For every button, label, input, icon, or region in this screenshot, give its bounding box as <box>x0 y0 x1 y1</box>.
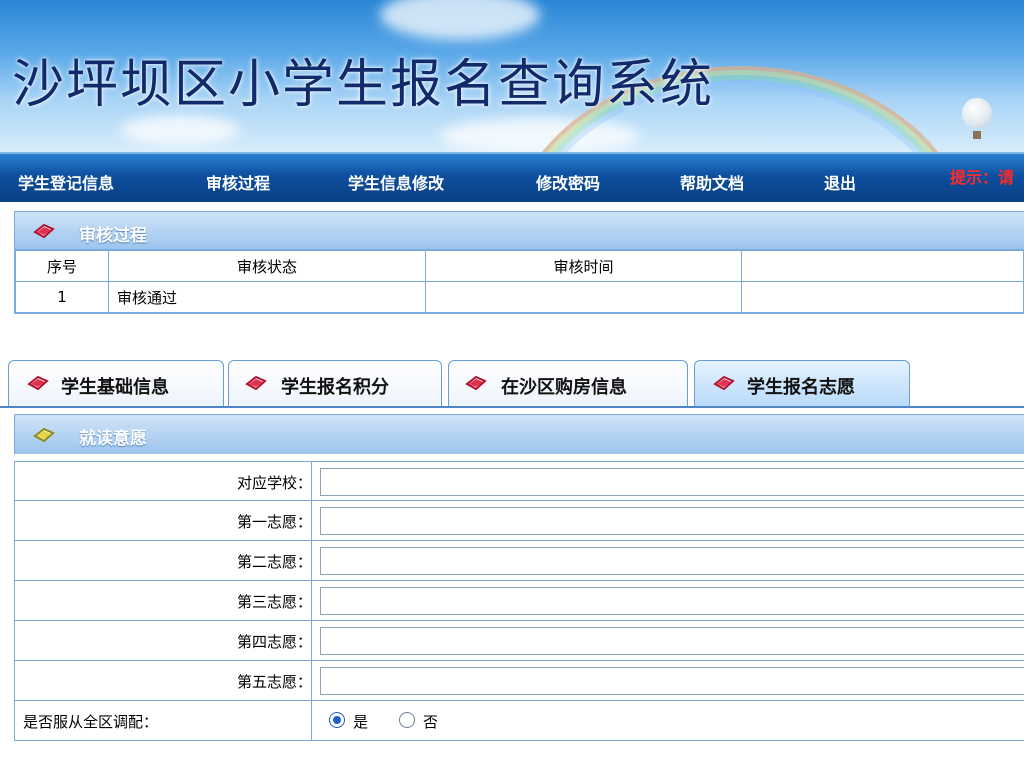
site-title: 沙坪坝区小学生报名查询系统 <box>12 55 715 115</box>
column-header-status: 审核状态 <box>108 250 426 282</box>
cell-time <box>425 281 742 313</box>
book-icon <box>33 427 55 443</box>
choice-1-field[interactable] <box>320 507 1024 535</box>
row-divider <box>311 581 312 621</box>
field-label: 第一志愿： <box>236 513 312 531</box>
form-row-choice-4: 第四志愿： <box>14 621 1024 661</box>
choice-3-field[interactable] <box>320 587 1024 615</box>
tab-label: 在沙区购房信息 <box>501 377 627 398</box>
form-row-choice-5: 第五志愿： <box>14 661 1024 701</box>
column-header-extra <box>741 250 1024 282</box>
main-nav: 学生登记信息 审核过程 学生信息修改 修改密码 帮助文档 退出 提示：请 <box>0 152 1024 202</box>
audit-table: 序号 审核状态 审核时间 1 审核通过 <box>15 250 1024 313</box>
form-row-school: 对应学校： <box>14 461 1024 502</box>
row-divider <box>311 661 312 701</box>
balloon-icon <box>962 98 992 128</box>
table-row: 1 审核通过 <box>15 281 1024 313</box>
intent-panel-header: 就读意愿 <box>15 415 1024 454</box>
balloon-basket <box>973 131 981 139</box>
cloud-decoration <box>120 115 240 145</box>
info-tabs: 学生基础信息 学生报名积分 在沙区购房信息 学生报名志愿 <box>0 356 1024 408</box>
book-icon <box>465 375 487 391</box>
field-label: 第四志愿： <box>236 633 312 651</box>
tab-housing-info[interactable]: 在沙区购房信息 <box>448 360 688 406</box>
header-banner: 沙坪坝区小学生报名查询系统 <box>0 0 1024 152</box>
row-divider <box>311 701 312 741</box>
cell-no: 1 <box>15 281 109 313</box>
obey-yes-label: 是 <box>353 713 369 731</box>
field-label: 第五志愿： <box>236 673 312 691</box>
nav-edit-student-info[interactable]: 学生信息修改 <box>348 170 444 194</box>
table-header-row: 序号 审核状态 审核时间 <box>15 250 1024 282</box>
column-header-time: 审核时间 <box>425 250 742 282</box>
choice-2-field[interactable] <box>320 547 1024 575</box>
book-icon <box>33 223 55 239</box>
obey-yes-radio[interactable] <box>329 712 345 728</box>
tab-score[interactable]: 学生报名积分 <box>228 360 442 406</box>
nav-tip-text: 提示：请 <box>950 168 1015 187</box>
row-divider <box>311 501 312 541</box>
audit-panel: 审核过程 序号 审核状态 审核时间 1 审核通过 <box>14 211 1024 314</box>
cell-extra <box>741 281 1024 313</box>
form-row-obey: 是否服从全区调配： 是 否 <box>14 701 1024 741</box>
nav-student-registration[interactable]: 学生登记信息 <box>18 170 114 194</box>
field-label: 对应学校： <box>236 474 312 492</box>
book-icon <box>713 375 735 391</box>
form-row-choice-1: 第一志愿： <box>14 501 1024 541</box>
nav-audit-process[interactable]: 审核过程 <box>206 170 270 194</box>
choice-5-field[interactable] <box>320 667 1024 695</box>
row-divider <box>311 462 312 502</box>
column-header-no: 序号 <box>15 250 109 282</box>
tab-label: 学生基础信息 <box>61 377 169 398</box>
nav-help-docs[interactable]: 帮助文档 <box>680 170 744 194</box>
intent-panel: 就读意愿 <box>14 414 1024 454</box>
obey-label: 是否服从全区调配： <box>23 713 159 731</box>
row-divider <box>311 541 312 581</box>
tab-basic-info[interactable]: 学生基础信息 <box>8 360 224 406</box>
field-label: 第二志愿： <box>236 553 312 571</box>
intent-panel-title: 就读意愿 <box>79 429 147 449</box>
audit-panel-title: 审核过程 <box>79 226 147 246</box>
school-field[interactable] <box>320 468 1024 496</box>
obey-no-label: 否 <box>423 713 439 731</box>
cloud-decoration <box>380 0 540 40</box>
field-label: 第三志愿： <box>236 593 312 611</box>
choice-4-field[interactable] <box>320 627 1024 655</box>
book-icon <box>245 375 267 391</box>
audit-panel-header: 审核过程 <box>15 212 1024 250</box>
nav-change-password[interactable]: 修改密码 <box>536 170 600 194</box>
cell-status: 审核通过 <box>108 281 426 313</box>
book-icon <box>27 375 49 391</box>
tab-label: 学生报名志愿 <box>747 377 855 398</box>
tab-intent[interactable]: 学生报名志愿 <box>694 360 910 406</box>
tab-label: 学生报名积分 <box>281 377 389 398</box>
obey-no-radio[interactable] <box>399 712 415 728</box>
form-row-choice-3: 第三志愿： <box>14 581 1024 621</box>
form-row-choice-2: 第二志愿： <box>14 541 1024 581</box>
nav-logout[interactable]: 退出 <box>824 170 856 194</box>
row-divider <box>311 621 312 661</box>
